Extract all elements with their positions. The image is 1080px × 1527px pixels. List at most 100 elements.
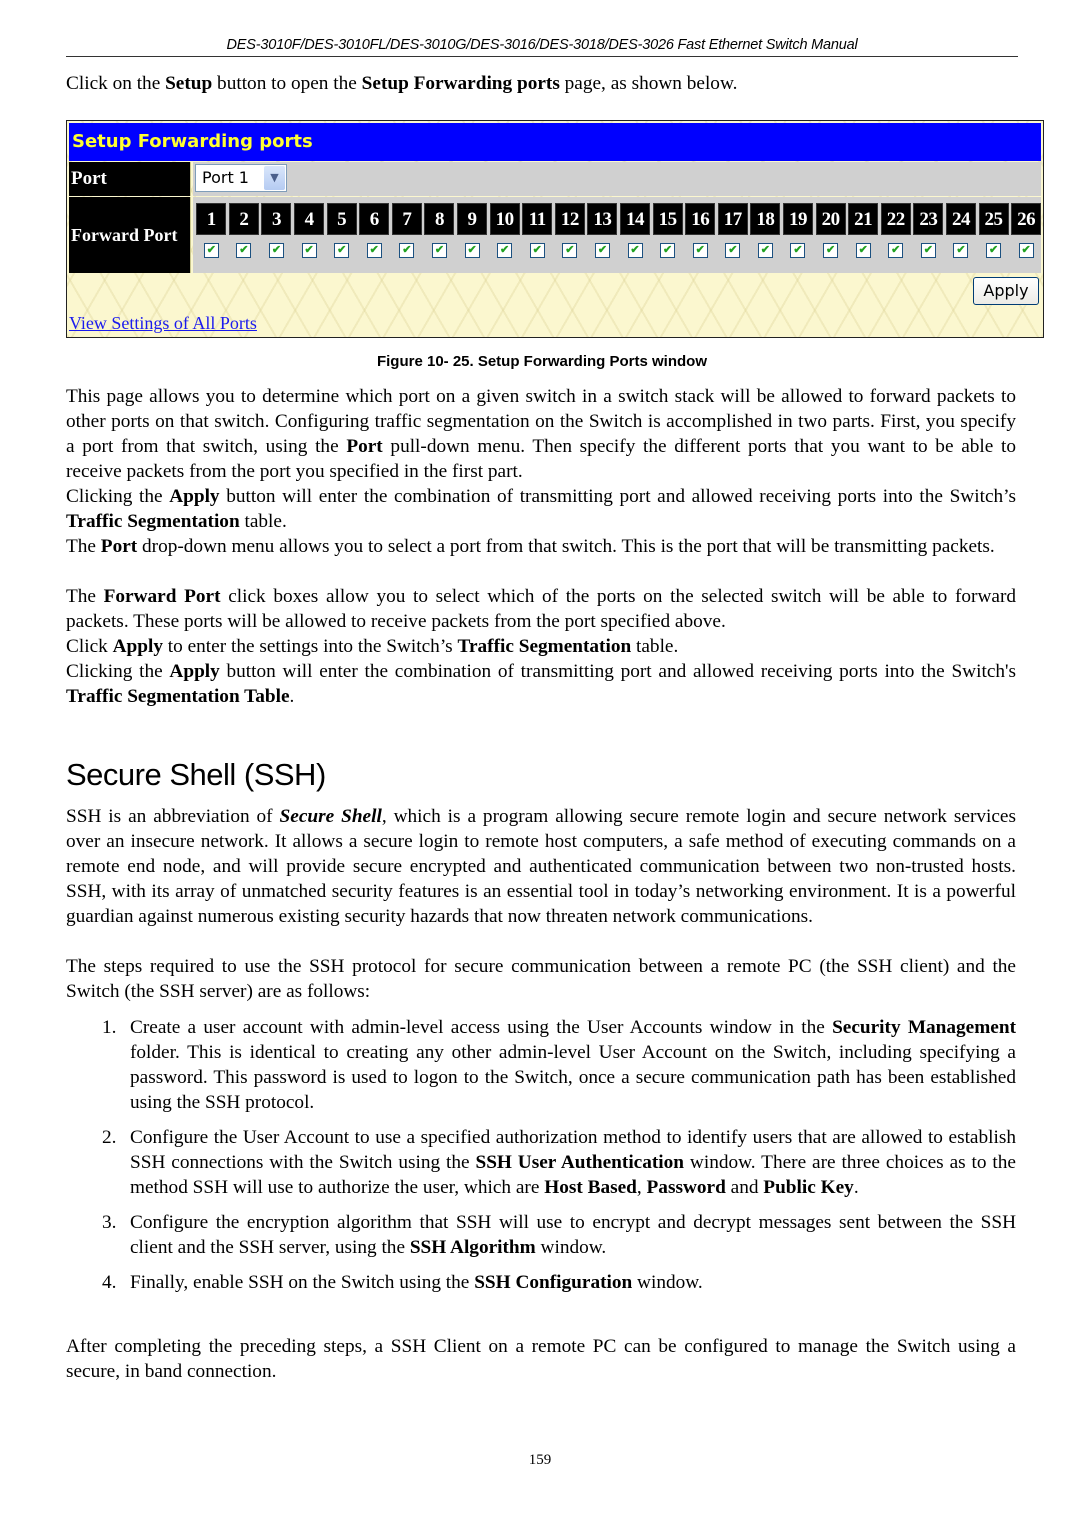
- forward-port-checkbox[interactable]: ✔: [1018, 243, 1034, 258]
- text: page, as shown below.: [559, 73, 738, 94]
- text: Click: [66, 636, 113, 657]
- forward-port-cell: 1 ✔ 2 ✔ 3 ✔ 4 ✔ 5 ✔ 6 ✔ 7 ✔ 8 ✔ 9 ✔ 10 ✔ 11 ✔ 12 ✔ 13 ✔ 14 ✔ 15 ✔ 16 ✔ 1…: [193, 197, 1042, 273]
- forward-port-checkbox[interactable]: ✔: [660, 243, 676, 258]
- text: Clicking the: [66, 486, 170, 507]
- forward-port-checkbox[interactable]: ✔: [464, 243, 480, 258]
- bold-text: Traffic Segmentation: [457, 636, 632, 657]
- forward-port-checkbox[interactable]: ✔: [986, 243, 1002, 258]
- checkmark-icon: ✔: [239, 244, 249, 256]
- port-number-label: 18: [750, 203, 781, 235]
- port-column: 2 ✔: [228, 203, 261, 258]
- checkmark-icon: ✔: [369, 244, 379, 256]
- port-select[interactable]: Port 1 ▼: [195, 164, 287, 192]
- port-number-label: 14: [620, 203, 651, 235]
- port-number-label: 19: [782, 203, 813, 235]
- checkmark-icon: ✔: [597, 244, 608, 256]
- list-number: 2.: [102, 1127, 117, 1148]
- forward-port-checkbox[interactable]: ✔: [399, 243, 415, 258]
- forward-port-checkbox[interactable]: ✔: [692, 243, 708, 258]
- forward-port-checkbox[interactable]: ✔: [888, 243, 904, 258]
- checkmark-icon: ✔: [630, 244, 640, 256]
- forward-port-checkbox[interactable]: ✔: [855, 243, 871, 258]
- port-number-label: 13: [587, 203, 618, 235]
- chevron-down-icon[interactable]: ▼: [264, 166, 285, 190]
- forward-port-checkbox[interactable]: ✔: [594, 243, 610, 258]
- port-checkbox-list: 1 ✔ 2 ✔ 3 ✔ 4 ✔ 5 ✔ 6 ✔ 7 ✔ 8 ✔ 9 ✔ 10 ✔ 11 ✔ 12 ✔ 13 ✔ 14 ✔ 15 ✔ 16 ✔ 1…: [195, 203, 1042, 258]
- port-number-label: 8: [424, 203, 455, 235]
- checkmark-icon: ✔: [337, 244, 347, 256]
- port-column: 6 ✔: [358, 203, 391, 258]
- port-column: 13 ✔: [586, 203, 619, 258]
- list-item: 1. Create a user account with admin-level…: [66, 1015, 1016, 1115]
- bold-text: Forward Port: [103, 586, 221, 607]
- port-number-label: 12: [554, 203, 585, 235]
- port-number-label: 20: [815, 203, 846, 235]
- forward-port-checkbox[interactable]: ✔: [627, 243, 643, 258]
- port-column: 7 ✔: [391, 203, 424, 258]
- port-number-label: 7: [391, 203, 422, 235]
- paragraph: Click Apply to enter the settings into t…: [66, 634, 1016, 659]
- apply-button[interactable]: Apply: [973, 277, 1039, 305]
- checkmark-icon: ✔: [271, 244, 282, 256]
- header-rule: [66, 56, 1018, 57]
- forward-port-checkbox[interactable]: ✔: [757, 243, 773, 258]
- paragraph: The steps required to use the SSH protoc…: [66, 956, 1016, 1002]
- port-number-label: 16: [685, 203, 716, 235]
- port-number-label: 5: [326, 203, 357, 235]
- port-column: 26 ✔: [1010, 203, 1043, 258]
- forward-port-checkbox[interactable]: ✔: [823, 243, 839, 258]
- text: and: [725, 1177, 764, 1198]
- text: Clicking the: [66, 661, 170, 682]
- text: The: [66, 536, 101, 557]
- checkmark-icon: ✔: [1021, 244, 1031, 256]
- port-column: 24 ✔: [945, 203, 978, 258]
- port-column: 16 ✔: [684, 203, 717, 258]
- port-column: 10 ✔: [488, 203, 521, 258]
- port-number-label: 6: [359, 203, 390, 235]
- bold-text: Traffic Segmentation Table: [66, 686, 290, 707]
- forward-port-label: Forward Port: [69, 197, 191, 273]
- port-column: 8 ✔: [423, 203, 456, 258]
- checkmark-icon: ✔: [956, 244, 966, 256]
- forward-port-checkbox[interactable]: ✔: [790, 243, 806, 258]
- forward-port-checkbox[interactable]: ✔: [431, 243, 447, 258]
- list-number: 1.: [102, 1017, 117, 1038]
- steps-list: 1. Create a user account with admin-level…: [66, 1015, 1016, 1305]
- port-number-label: 24: [945, 203, 976, 235]
- port-number-label: 10: [489, 203, 520, 235]
- bold-text: Traffic Segmentation: [66, 511, 240, 532]
- port-number-label: 17: [717, 203, 748, 235]
- forward-port-checkbox[interactable]: ✔: [562, 243, 578, 258]
- text: Create a user account with admin-level a…: [130, 1017, 833, 1038]
- text: .: [289, 686, 295, 707]
- bold-italic-text: Secure Shell: [279, 806, 382, 827]
- forward-port-checkbox[interactable]: ✔: [497, 243, 513, 258]
- forward-port-checkbox[interactable]: ✔: [529, 243, 545, 258]
- port-select-value: Port 1: [202, 168, 249, 187]
- view-settings-link[interactable]: View Settings of All Ports: [69, 313, 257, 334]
- checkmark-icon: ✔: [565, 244, 575, 256]
- checkmark-icon: ✔: [206, 244, 216, 256]
- forward-port-checkbox[interactable]: ✔: [268, 243, 284, 258]
- port-number-label: 26: [1011, 203, 1042, 235]
- bold-text: Port: [346, 436, 383, 457]
- forward-port-checkbox[interactable]: ✔: [953, 243, 969, 258]
- forward-port-checkbox[interactable]: ✔: [920, 243, 936, 258]
- forward-port-checkbox[interactable]: ✔: [301, 243, 317, 258]
- forward-port-checkbox[interactable]: ✔: [366, 243, 382, 258]
- forward-port-checkbox[interactable]: ✔: [236, 243, 252, 258]
- forward-port-checkbox[interactable]: ✔: [725, 243, 741, 258]
- checkmark-icon: ✔: [402, 244, 412, 256]
- forward-port-row: Forward Port 1 ✔ 2 ✔ 3 ✔ 4 ✔ 5 ✔ 6 ✔ 7 ✔ 8 ✔ 9 ✔ 10 ✔ 11 ✔ 12 ✔…: [69, 197, 1042, 273]
- port-column: 5 ✔: [325, 203, 358, 258]
- list-number: 4.: [102, 1272, 117, 1293]
- port-column: 17 ✔: [717, 203, 750, 258]
- text: .: [853, 1177, 859, 1198]
- list-item: 2. Configure the User Account to use a sp…: [66, 1125, 1016, 1200]
- port-column: 18 ✔: [749, 203, 782, 258]
- checkmark-icon: ✔: [500, 244, 510, 256]
- port-column: 11 ✔: [521, 203, 554, 258]
- bold-text: Apply: [112, 636, 163, 657]
- forward-port-checkbox[interactable]: ✔: [203, 243, 219, 258]
- forward-port-checkbox[interactable]: ✔: [334, 243, 350, 258]
